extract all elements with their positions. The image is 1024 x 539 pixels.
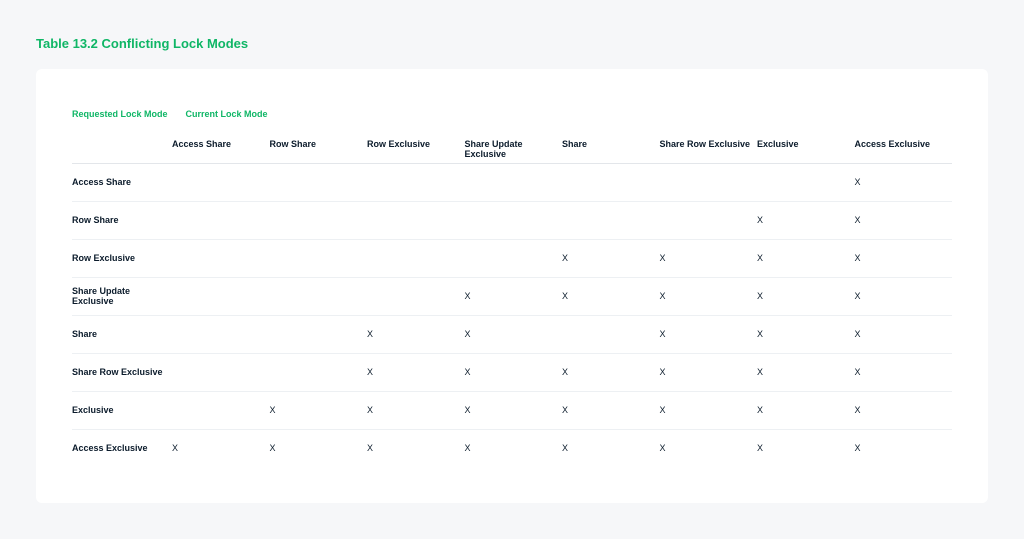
legend-col-label: Current Lock Mode [186,109,268,119]
table-row: Share Update ExclusiveXXXXX [72,277,952,315]
table-legend: Requested Lock Mode Current Lock Mode [72,109,952,119]
table-row: Row Share XX [72,201,952,239]
conflict-cell: X [465,429,563,467]
conflict-cell [172,239,270,277]
conflict-cell [465,163,563,201]
col-header: Access Share [172,139,270,163]
conflict-cell: X [465,391,563,429]
conflict-cell: X [855,391,953,429]
row-label: Share [72,315,172,353]
conflict-cell: X [465,315,563,353]
conflict-cell [562,163,660,201]
conflict-cell: X [855,353,953,391]
conflict-cell: X [660,391,758,429]
conflict-cell: X [757,429,855,467]
conflict-cell [270,239,368,277]
row-label: Access Exclusive [72,429,172,467]
conflict-cell [172,315,270,353]
col-header: Share Row Exclusive [660,139,758,163]
conflict-cell: X [465,277,563,315]
conflict-cell: X [757,201,855,239]
col-header: Exclusive [757,139,855,163]
col-header: Access Exclusive [855,139,953,163]
conflict-cell [270,315,368,353]
conflict-cell [270,201,368,239]
col-header: Share [562,139,660,163]
legend-row-label: Requested Lock Mode [72,109,168,119]
table-row: Share Row ExclusiveXXXXXX [72,353,952,391]
conflict-cell: X [270,391,368,429]
conflict-cell: X [757,277,855,315]
table-row: ExclusiveXXXXXXX [72,391,952,429]
conflict-cell: X [660,353,758,391]
conflict-cell: X [757,315,855,353]
conflict-cell: X [855,201,953,239]
conflict-cell: X [660,315,758,353]
conflict-cell [465,239,563,277]
col-header: Row Share [270,139,368,163]
conflict-cell [270,163,368,201]
conflict-cell [660,163,758,201]
conflict-cell: X [855,429,953,467]
row-label: Share Row Exclusive [72,353,172,391]
conflict-cell [172,201,270,239]
row-label: Access Share [72,163,172,201]
conflict-cell: X [660,429,758,467]
conflict-cell: X [562,429,660,467]
conflict-cell [465,201,563,239]
conflict-cell: X [660,277,758,315]
conflict-cell [367,277,465,315]
col-header: Row Exclusive [367,139,465,163]
conflict-cell: X [172,429,270,467]
conflict-cell [367,163,465,201]
conflict-cell: X [562,353,660,391]
conflict-table: Access Share Row Share Row Exclusive Sha… [72,139,952,467]
row-label: Row Exclusive [72,239,172,277]
row-label: Row Share [72,201,172,239]
conflict-cell: X [757,239,855,277]
conflict-cell: X [855,315,953,353]
conflict-cell: X [855,239,953,277]
conflict-cell: X [562,391,660,429]
row-label: Share Update Exclusive [72,277,172,315]
conflict-cell: X [855,163,953,201]
conflict-cell: X [757,353,855,391]
table-row: Row ExclusiveXXXX [72,239,952,277]
conflict-cell: X [367,315,465,353]
conflict-cell: X [757,391,855,429]
conflict-cell [270,353,368,391]
table-row: ShareXXXXX [72,315,952,353]
col-header-empty [72,139,172,163]
conflict-cell [172,163,270,201]
conflict-cell: X [367,391,465,429]
page-title: Table 13.2 Conflicting Lock Modes [0,0,1024,51]
conflict-cell [562,315,660,353]
conflict-cell: X [367,429,465,467]
conflict-cell [367,201,465,239]
table-card: Requested Lock Mode Current Lock Mode Ac… [36,69,988,503]
conflict-cell [367,239,465,277]
conflict-cell: X [562,239,660,277]
conflict-cell [172,353,270,391]
conflict-cell: X [270,429,368,467]
row-label: Exclusive [72,391,172,429]
conflict-cell: X [562,277,660,315]
conflict-cell: X [465,353,563,391]
conflict-cell [757,163,855,201]
conflict-cell [660,201,758,239]
conflict-cell: X [660,239,758,277]
table-header-row: Access Share Row Share Row Exclusive Sha… [72,139,952,163]
table-row: Access Share X [72,163,952,201]
col-header: Share Update Exclusive [465,139,563,163]
table-row: Access ExclusiveXXXXXXXX [72,429,952,467]
conflict-cell [270,277,368,315]
conflict-cell: X [367,353,465,391]
conflict-cell [172,277,270,315]
conflict-cell [562,201,660,239]
conflict-cell: X [855,277,953,315]
conflict-cell [172,391,270,429]
